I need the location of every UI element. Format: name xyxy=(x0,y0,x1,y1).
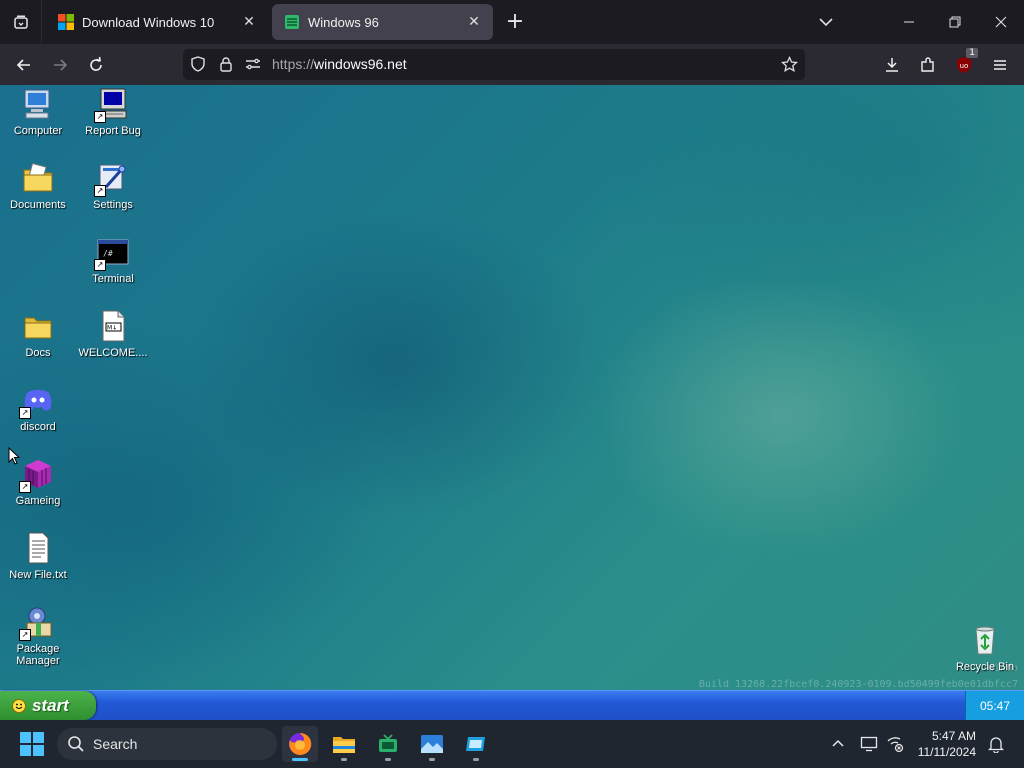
url-bar[interactable]: https://windows96.net xyxy=(183,49,805,80)
tab-title: Windows 96 xyxy=(308,14,379,30)
svg-text:uo: uo xyxy=(960,62,969,70)
lock-icon[interactable] xyxy=(217,55,235,73)
taskbar-media-app[interactable] xyxy=(370,726,406,762)
taskbar-clock[interactable]: 5:47 AM 11/11/2024 xyxy=(912,728,976,760)
bookmark-star-icon[interactable] xyxy=(780,55,798,73)
photos-icon xyxy=(421,735,443,753)
reload-icon[interactable] xyxy=(83,52,109,78)
close-tab-icon[interactable]: ✕ xyxy=(465,14,483,30)
restore-icon[interactable] xyxy=(932,0,978,44)
ublock-origin-icon[interactable]: uo 1 xyxy=(951,48,978,78)
media-app-icon xyxy=(379,734,397,752)
navigation-bar: https://windows96.net uo 1 xyxy=(0,44,1024,85)
text-file-icon xyxy=(21,531,55,565)
browser-tab-strip: Download Windows 10 ✕ Windows 96 ✕ + xyxy=(0,0,1024,44)
shortcut-arrow-icon: ↗ xyxy=(94,259,106,271)
desktop-icon-documents[interactable]: Documents xyxy=(0,161,76,211)
desktop-icon-welcome[interactable]: M↓ WELCOME.... xyxy=(75,309,151,359)
desktop-icon-report-bug[interactable]: ↗ Report Bug xyxy=(75,87,151,137)
desktop-icon-settings[interactable]: ↗ Settings xyxy=(75,161,151,211)
recycle-bin-icon xyxy=(968,623,1002,657)
folder-icon xyxy=(21,309,55,343)
shortcut-arrow-icon: ↗ xyxy=(94,185,106,197)
mouse-cursor-icon xyxy=(8,447,20,465)
taskbar-file-explorer[interactable] xyxy=(326,726,362,762)
tab-windows-96[interactable]: Windows 96 ✕ xyxy=(272,4,493,40)
hamburger-menu-icon[interactable] xyxy=(987,52,1013,78)
shortcut-arrow-icon: ↗ xyxy=(19,407,31,419)
desktop-icon-docs[interactable]: Docs xyxy=(0,309,76,359)
windows-taskbar: Search 5:47 AM 11/11/2024 xyxy=(0,720,1024,768)
discord-icon: ↗ xyxy=(19,383,55,419)
shortcut-arrow-icon: ↗ xyxy=(19,629,31,641)
firefox-icon xyxy=(289,732,312,755)
settings-icon: ↗ xyxy=(94,161,130,197)
tab-list-icon[interactable] xyxy=(0,0,42,44)
start-button[interactable]: start xyxy=(0,691,96,720)
svg-text:M↓: M↓ xyxy=(107,325,117,332)
downloads-icon[interactable] xyxy=(879,52,905,78)
smiley-icon xyxy=(12,698,26,713)
desktop-icon-terminal[interactable]: /# ↗ Terminal xyxy=(75,235,151,285)
desktop-icon-package-manager[interactable]: ↗ Package Manager xyxy=(0,605,76,667)
windows96-desktop[interactable]: Computer ↗ Report Bug Documents ↗ Settin… xyxy=(0,85,1024,690)
close-tab-icon[interactable]: ✕ xyxy=(240,14,258,30)
back-arrow-icon[interactable] xyxy=(11,52,37,78)
taskbar-firefox[interactable] xyxy=(282,726,318,762)
extension-badge: 1 xyxy=(966,48,978,58)
svg-text:/#: /# xyxy=(103,249,113,258)
forward-arrow-icon[interactable] xyxy=(47,52,73,78)
search-icon xyxy=(68,736,84,752)
close-window-icon[interactable] xyxy=(978,0,1024,44)
report-bug-icon: ↗ xyxy=(94,87,130,123)
display-icon[interactable] xyxy=(859,734,879,754)
microsoft-logo-icon xyxy=(58,14,74,30)
url-text[interactable]: https://windows96.net xyxy=(272,56,407,72)
desktop-icon-discord[interactable]: ↗ discord xyxy=(0,383,76,433)
new-tab-icon[interactable]: + xyxy=(503,6,527,38)
extensions-icon[interactable] xyxy=(915,52,941,78)
show-hidden-icons-chevron-up-icon[interactable] xyxy=(828,734,848,754)
windows96-logo-icon xyxy=(284,14,300,30)
file-explorer-icon xyxy=(333,737,355,753)
desktop-icon-computer[interactable]: Computer xyxy=(0,87,76,137)
terminal-icon: /# ↗ xyxy=(94,235,130,271)
shield-icon[interactable] xyxy=(189,55,207,73)
notifications-bell-icon[interactable] xyxy=(986,734,1006,754)
shortcut-arrow-icon: ↗ xyxy=(94,111,106,123)
documents-icon xyxy=(21,161,55,195)
minimize-icon[interactable] xyxy=(886,0,932,44)
network-disconnected-icon[interactable] xyxy=(885,734,905,754)
build-watermark: Windo Build 13268.22fbcef0.240923-0109.b… xyxy=(698,663,1018,690)
desktop-icon-new-file[interactable]: New File.txt xyxy=(0,531,76,581)
windows-start-icon[interactable] xyxy=(20,732,44,756)
w96-clock[interactable]: 05:47 xyxy=(965,691,1024,720)
computer-icon xyxy=(21,87,55,121)
tab-download-windows-10[interactable]: Download Windows 10 ✕ xyxy=(46,4,268,40)
taskbar-app[interactable] xyxy=(458,726,494,762)
site-permissions-icon[interactable] xyxy=(244,55,262,73)
package-manager-icon: ↗ xyxy=(19,605,55,641)
game-cube-icon: ↗ xyxy=(19,457,55,493)
shortcut-arrow-icon: ↗ xyxy=(19,481,31,493)
taskbar-photos[interactable] xyxy=(414,726,450,762)
windows96-taskbar: start 05:47 xyxy=(0,690,1024,720)
tab-title: Download Windows 10 xyxy=(82,14,215,30)
markdown-file-icon: M↓ xyxy=(96,309,130,343)
chevron-down-icon[interactable] xyxy=(814,10,838,34)
taskbar-search[interactable]: Search xyxy=(57,728,277,760)
window-app-icon xyxy=(466,737,485,751)
